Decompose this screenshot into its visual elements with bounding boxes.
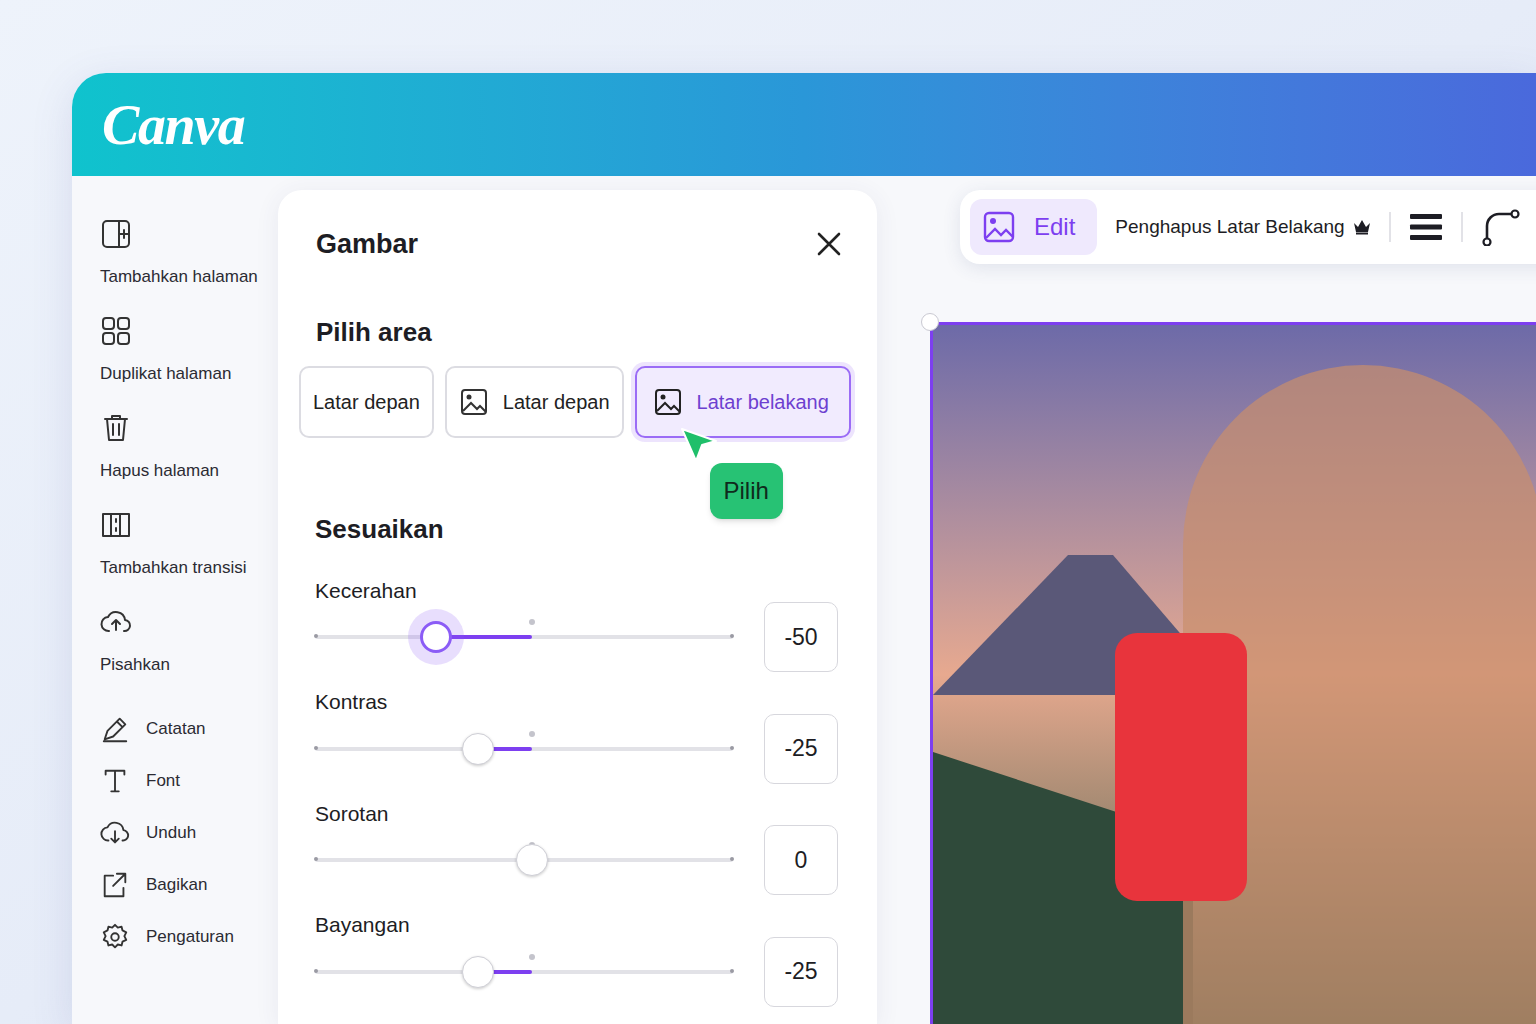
sidebar-item[interactable]: Duplikat halaman [100, 315, 278, 412]
panel-title: Gambar [316, 224, 418, 265]
split-icon [100, 606, 132, 638]
slider-track[interactable] [315, 858, 733, 862]
menu-icon[interactable] [1409, 212, 1443, 242]
sidebar-item[interactable]: Bagikan [100, 859, 278, 911]
crown-icon [1353, 219, 1371, 235]
area-heading: Pilih area [299, 313, 856, 352]
slider-thumb[interactable] [420, 621, 452, 653]
cursor-icon [679, 426, 719, 466]
background-remover-button[interactable]: Penghapus Latar Belakang [1115, 213, 1370, 242]
sidebar-item[interactable]: Font [100, 755, 278, 807]
toolbar: Edit Penghapus Latar Belakang [960, 190, 1536, 264]
add-page-icon [100, 218, 132, 250]
slider-row: Sorotan0 [299, 798, 856, 896]
divider [1389, 212, 1391, 242]
slider-track[interactable] [315, 635, 733, 639]
app-window: Canva Tambahkan halamanDuplikat halamanH… [72, 73, 1536, 1024]
value-box[interactable]: -50 [764, 602, 838, 672]
sidebar-item[interactable]: Tambahkan halaman [100, 218, 278, 315]
phone [1115, 633, 1247, 901]
slider-thumb[interactable] [516, 844, 548, 876]
value-box[interactable]: -25 [764, 937, 838, 1007]
share-icon [100, 870, 130, 900]
resize-handle[interactable] [921, 313, 939, 331]
sidebar-item[interactable]: Hapus halaman [100, 412, 278, 509]
duplicate-icon [100, 315, 132, 347]
sidebar: Tambahkan halamanDuplikat halamanHapus h… [72, 176, 278, 1024]
sidebar-item[interactable]: Pengaturan [100, 911, 278, 963]
value-box[interactable]: 0 [764, 825, 838, 895]
cursor-tooltip: Pilih [710, 463, 783, 519]
area-option[interactable]: Latar depan [299, 366, 434, 438]
transition-icon [100, 509, 132, 541]
edit-image-icon [982, 210, 1016, 244]
value-box[interactable]: -25 [764, 714, 838, 784]
trash-icon [100, 412, 132, 444]
slider-track[interactable] [315, 970, 733, 974]
download-icon [100, 818, 130, 848]
image-icon [459, 387, 489, 417]
image-panel: GambarPilih areaLatar depanLatar depanLa… [278, 190, 877, 1024]
pencil-icon [100, 714, 130, 744]
sidebar-item[interactable]: Unduh [100, 807, 278, 859]
slider-row: Bayangan-25 [299, 909, 856, 1007]
slider-row: Kecerahan-50 [299, 575, 856, 673]
slider-thumb[interactable] [462, 733, 494, 765]
text-icon [100, 766, 130, 796]
area-option[interactable]: Latar belakangPilih [635, 366, 851, 438]
area-option[interactable]: Latar depan [445, 366, 624, 438]
slider-track[interactable] [315, 747, 733, 751]
gear-icon [100, 922, 130, 952]
divider [1461, 212, 1463, 242]
sidebar-item[interactable]: Catatan [100, 703, 278, 755]
header-bar: Canva [72, 73, 1536, 176]
edit-button[interactable]: Edit [970, 199, 1097, 255]
photo[interactable] [930, 322, 1536, 1024]
slider-thumb[interactable] [462, 956, 494, 988]
canva-logo[interactable]: Canva [102, 97, 244, 153]
sidebar-item[interactable]: Pisahkan [100, 606, 278, 703]
image-icon [653, 387, 683, 417]
close-icon[interactable] [814, 229, 844, 259]
corner-radius-icon[interactable] [1481, 208, 1521, 246]
slider-row: Kontras-25 [299, 686, 856, 784]
sidebar-item[interactable]: Tambahkan transisi [100, 509, 278, 606]
